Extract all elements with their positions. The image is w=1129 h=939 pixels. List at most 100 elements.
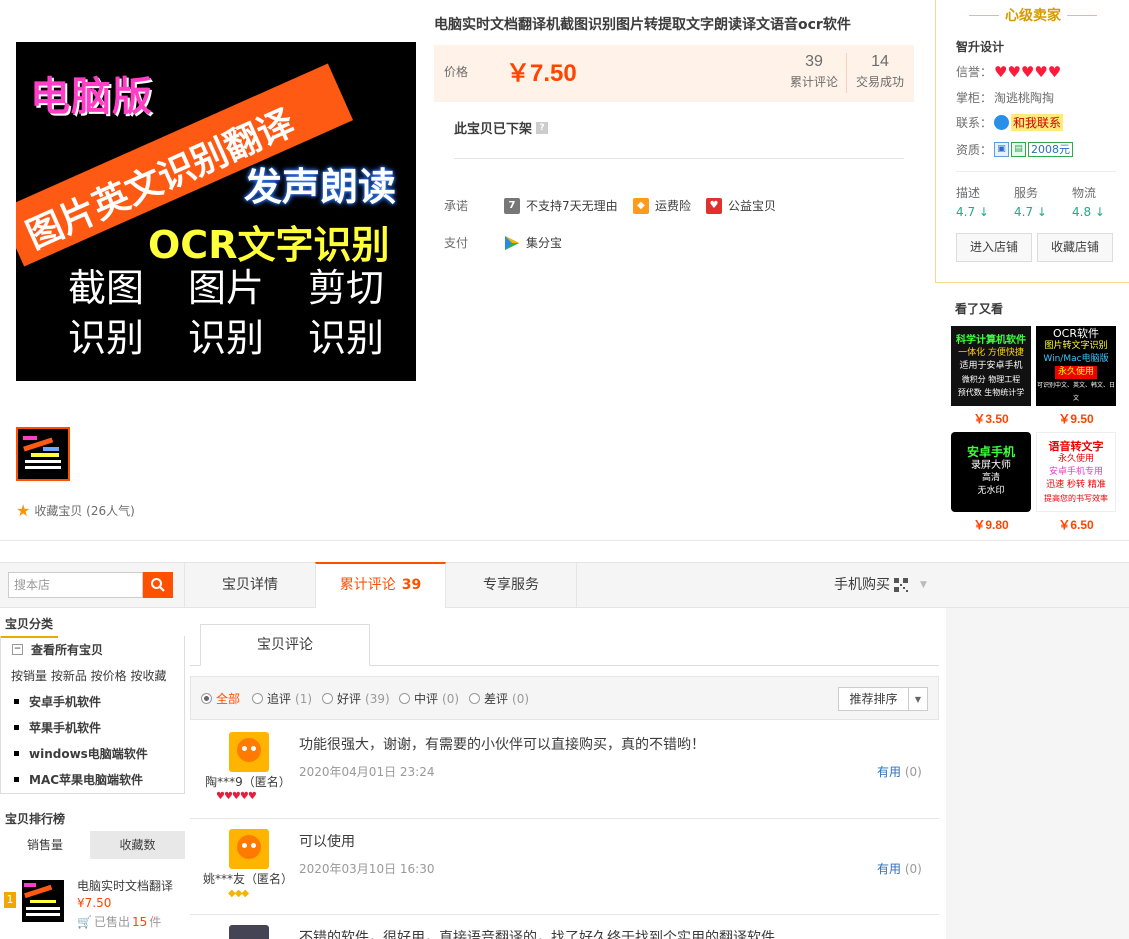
category-item[interactable]: windows电脑端软件 (14, 745, 148, 762)
qual-label: 资质： (956, 143, 993, 157)
filter-negative[interactable]: 差评 (0) (469, 690, 529, 707)
promise-no-return[interactable]: 7 不支持7天无理由 (504, 197, 618, 214)
sort-dropdown[interactable]: 推荐排序 ▼ (838, 687, 928, 711)
sold-suffix: 件 (149, 915, 162, 929)
dsr-description: 描述 4.7 ↓ (956, 184, 989, 219)
favorite-shop-button[interactable]: 收藏店铺 (1037, 233, 1113, 262)
reviewer-name: 陶***9（匿名） (205, 775, 291, 789)
rank-item-image[interactable] (22, 880, 64, 922)
promise-text: 运费险 (655, 199, 692, 213)
contact-me-button[interactable]: 和我联系 (1011, 114, 1064, 131)
deposit-amount[interactable]: 2008元 (1028, 142, 1074, 157)
category-item[interactable]: MAC苹果电脑端软件 (14, 771, 143, 788)
dsr-value: 4.7 (1014, 205, 1034, 219)
filter-count: (39) (365, 691, 390, 706)
sort-links[interactable]: 按销量 按新品 按价格 按收藏 (11, 667, 166, 684)
rank-tab-favorites[interactable]: 收藏数 (90, 831, 185, 859)
filter-followup[interactable]: 追评 (1) (252, 690, 312, 707)
avatar (229, 829, 269, 869)
filter-label: 中评 (414, 692, 439, 706)
sold-count: 15 (131, 914, 148, 929)
av-line: 提高您的书写效率 (1044, 493, 1108, 503)
filter-label: 追评 (267, 692, 292, 706)
keeper-name[interactable]: 淘逃桃陶掏 (994, 89, 1054, 106)
also-viewed-image: 安卓手机 录屏大师 高清 无水印 (951, 432, 1031, 512)
promise-charity[interactable]: ♥ 公益宝贝 (706, 197, 776, 214)
cart-icon: 🛒 (77, 914, 92, 929)
help-icon[interactable]: ? (536, 121, 549, 134)
av-line: 图片转文字识别 (1044, 341, 1108, 351)
useful-button[interactable]: 有用 (0) (877, 763, 922, 780)
also-viewed-item[interactable]: 科学计算机软件 一体化 方便快捷 适用于安卓手机 微积分 物理工程 预代数 生物… (951, 326, 1031, 427)
search-button[interactable] (143, 572, 173, 598)
buyer-level-icon: ♥♥♥♥♥ (216, 791, 257, 802)
review-item: 陶***9（匿名） ♥♥♥♥♥ 功能很强大，谢谢，有需要的小伙伴可以直接购买，真… (190, 725, 939, 815)
credit-row: 信誉： ♥♥♥♥♥ (956, 63, 1061, 80)
image-grid-text: 识别 (187, 316, 264, 360)
seller-info-box: 心级卖家 智升设计 信誉： ♥♥♥♥♥ 掌柜： 淘逃桃陶掏 联系： 和我联系 资… (935, 0, 1129, 283)
tab-reviews-count: 39 (401, 577, 422, 593)
av-line: 微积分 物理工程 (961, 374, 1021, 384)
enter-shop-button[interactable]: 进入店铺 (956, 233, 1032, 262)
view-all-items-link[interactable]: − 查看所有宝贝 (12, 641, 103, 658)
detail-tab-bar: 搜本店 宝贝详情 累计评论 39 专享服务 手机购买 ▼ (0, 562, 1129, 608)
filter-positive[interactable]: 好评 (39) (322, 690, 390, 707)
tab-service[interactable]: 专享服务 (446, 563, 576, 607)
dsr-service: 服务 4.7 ↓ (1014, 184, 1047, 219)
av-line: 迅速 秒转 精准 (1046, 479, 1106, 490)
pay-method[interactable]: 集分宝 (504, 234, 562, 251)
person-id-icon[interactable]: ▣ (994, 142, 1010, 157)
product-thumbnail[interactable] (16, 427, 70, 481)
pay-label: 支付 (444, 236, 469, 250)
category-label: MAC苹果电脑端软件 (29, 773, 144, 787)
also-viewed-item[interactable]: OCR软件 图片转文字识别 Win/Mac电脑版 永久使用 可识别中文、英文、韩… (1036, 326, 1116, 427)
review-item: 姚***友（匿名） ◆◆◆ 可以使用 2020年03月10日 16:30 有用 … (190, 822, 939, 912)
sort-label: 推荐排序 (839, 688, 909, 710)
tab-item-details[interactable]: 宝贝详情 (185, 563, 315, 607)
review-subtab[interactable]: 宝贝评论 (200, 624, 370, 666)
radio-unselected (399, 693, 410, 704)
dsr-logistics: 物流 4.8 ↓ (1072, 184, 1105, 219)
filter-all[interactable]: 全部 (201, 690, 240, 707)
charity-heart-icon: ♥ (706, 197, 722, 214)
shop-search-input[interactable]: 搜本店 (8, 572, 143, 598)
radio-unselected (252, 693, 263, 704)
rank-item-name[interactable]: 电脑实时文档翻译 (77, 877, 173, 894)
promise-shipping-insurance[interactable]: ◆ 运费险 (633, 197, 691, 214)
seller-header: 心级卖家 (936, 0, 1129, 30)
review-date: 2020年04月01日 23:24 (299, 765, 435, 779)
filter-neutral[interactable]: 中评 (0) (399, 690, 459, 707)
rank-tab-sales[interactable]: 销售量 (0, 831, 90, 859)
favorite-item-link[interactable]: ★ 收藏宝贝 (26人气) (16, 502, 135, 519)
also-viewed-item[interactable]: 语音转文字 永久使用 安卓手机专用 迅速 秒转 精准 提高您的书写效率 ￥6.5… (1036, 432, 1116, 533)
useful-button[interactable]: 有用 (0) (877, 860, 922, 877)
reviewer-name: 姚***友（匿名） (202, 872, 293, 886)
down-arrow-icon: ↓ (1094, 205, 1105, 219)
ranking-title: 宝贝排行榜 (0, 806, 71, 833)
qr-code-icon (894, 578, 908, 592)
filter-count: (0) (442, 691, 460, 706)
tab-reviews[interactable]: 累计评论 39 (315, 562, 446, 608)
useful-label: 有用 (877, 765, 902, 779)
av-line: 适用于安卓手机 (959, 360, 1023, 371)
also-viewed-item[interactable]: 安卓手机 录屏大师 高清 无水印 ￥9.80 (951, 432, 1031, 533)
review-separator (190, 818, 939, 819)
useful-label: 有用 (877, 862, 902, 876)
bullet-icon (14, 751, 19, 756)
mobile-buy-button[interactable]: 手机购买 ▼ (834, 563, 927, 607)
heart-icon: ♥♥♥♥♥ (994, 62, 1062, 81)
product-title: 电脑实时文档翻译机截图识别图片转提取文字朗读译文语音ocr软件 (434, 17, 851, 33)
rank-item-sold: 🛒 已售出 15 件 (77, 913, 161, 930)
av-line: 语音转文字 (1048, 439, 1104, 453)
shop-name[interactable]: 智升设计 (956, 38, 1004, 55)
deal-count-label: 交易成功 (855, 75, 904, 89)
review-count-stat[interactable]: 39 累计评论 (784, 53, 844, 90)
price-box: 价格 ￥7.50 39 累计评论 14 交易成功 (434, 45, 914, 102)
collapse-icon[interactable]: − (12, 644, 23, 655)
tab-reviews-label: 累计评论 (339, 577, 396, 593)
category-item[interactable]: 安卓手机软件 (14, 693, 101, 710)
category-item[interactable]: 苹果手机软件 (14, 719, 101, 736)
rank-item-price: ¥7.50 (77, 896, 112, 910)
radio-unselected (469, 693, 480, 704)
av-line: 安卓手机 (966, 445, 1015, 459)
